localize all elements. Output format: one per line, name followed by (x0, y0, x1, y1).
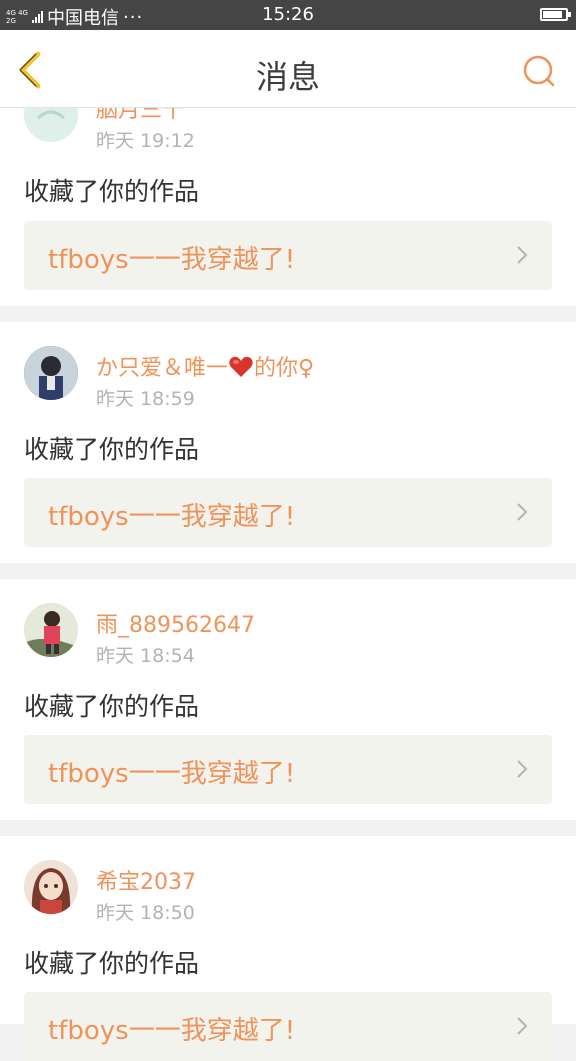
user-name[interactable]: 希宝2037 (96, 864, 196, 896)
message-time: 昨天 18:54 (96, 645, 195, 667)
work-title: tfboys一一我穿越了! (48, 502, 296, 532)
page-title: 消息 (255, 58, 320, 96)
work-title: tfboys一一我穿越了! (48, 1016, 296, 1046)
battery-icon (540, 8, 571, 21)
work-title: tfboys一一我穿越了! (48, 759, 296, 789)
user-name-prefix: か只爱＆唯一 (96, 356, 229, 381)
work-link[interactable]: tfboys一一我穿越了! (24, 735, 552, 804)
message-card: か只爱＆唯一 的你♀ 昨天 18:59 收藏了你的作品 tfboys一一我穿越了! (0, 322, 576, 563)
status-bar: 4G 4G 2G 中国电信 ··· 15:26 (0, 0, 576, 30)
work-link[interactable]: tfboys一一我穿越了! (24, 992, 552, 1061)
clock: 15:26 (262, 4, 314, 25)
chevron-right-icon (517, 760, 528, 778)
action-text: 收藏了你的作品 (24, 692, 200, 721)
chevron-right-icon (517, 246, 528, 264)
avatar[interactable] (24, 346, 78, 400)
message-card: 希宝2037 昨天 18:50 收藏了你的作品 tfboys一一我穿越了! (0, 836, 576, 1061)
action-text: 收藏了你的作品 (24, 177, 200, 206)
user-name[interactable]: 雨_889562647 (96, 607, 255, 639)
avatar[interactable] (24, 603, 78, 657)
search-icon (523, 55, 555, 87)
message-time: 昨天 19:12 (96, 130, 195, 152)
action-text: 收藏了你的作品 (24, 949, 200, 978)
message-list[interactable]: 胭月三十 昨天 19:12 收藏了你的作品 tfboys一一我穿越了! か只爱＆… (0, 0, 576, 1061)
heart-icon (229, 356, 253, 377)
action-text: 收藏了你的作品 (24, 435, 200, 464)
search-button[interactable] (522, 54, 556, 88)
work-title: tfboys一一我穿越了! (48, 245, 296, 275)
work-link[interactable]: tfboys一一我穿越了! (24, 221, 552, 290)
chevron-right-icon (517, 503, 528, 521)
user-name[interactable]: か只爱＆唯一 的你♀ (96, 350, 314, 382)
chevron-right-icon (517, 1017, 528, 1035)
work-link[interactable]: tfboys一一我穿越了! (24, 478, 552, 547)
message-time: 昨天 18:59 (96, 388, 195, 410)
message-card: 雨_889562647 昨天 18:54 收藏了你的作品 tfboys一一我穿越… (0, 579, 576, 820)
header-bar: 消息 (0, 30, 576, 108)
avatar[interactable] (24, 860, 78, 914)
message-time: 昨天 18:50 (96, 902, 195, 924)
user-name-suffix: 的你♀ (254, 356, 315, 381)
